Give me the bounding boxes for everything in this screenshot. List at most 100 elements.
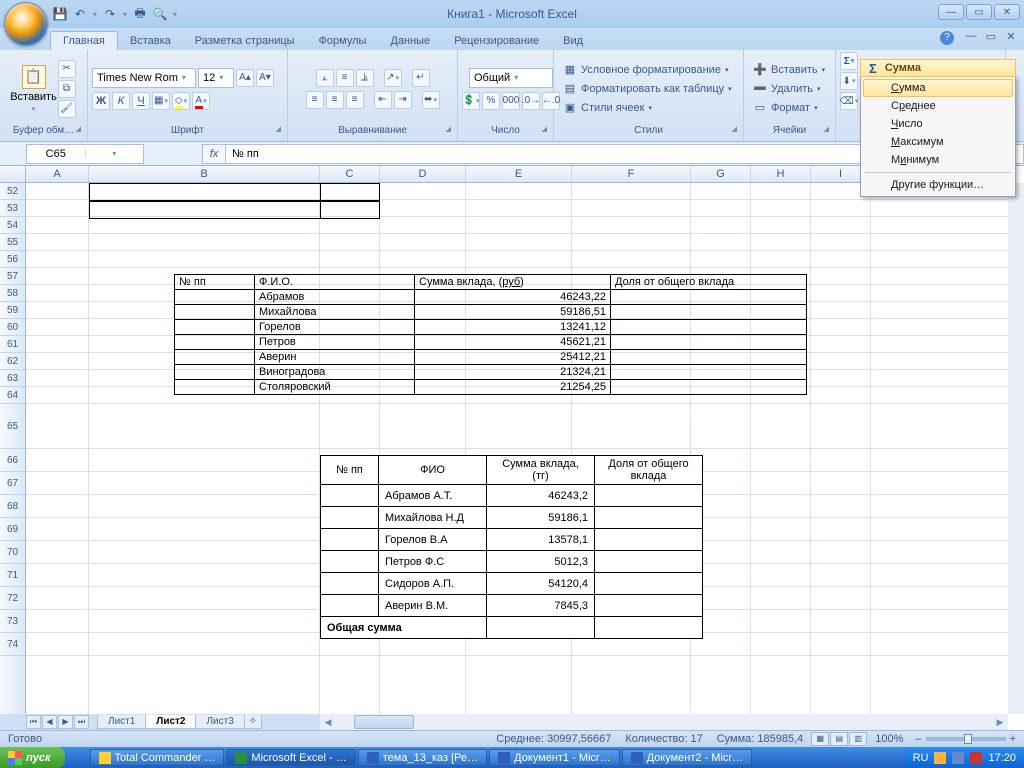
- vertical-scrollbar[interactable]: [1008, 183, 1024, 714]
- align-left-icon[interactable]: ≡: [306, 91, 324, 109]
- row-header[interactable]: 71: [0, 564, 25, 587]
- menu-item-max[interactable]: Максимум: [863, 133, 1013, 151]
- start-button[interactable]: пуск: [0, 747, 65, 768]
- shrink-font-icon[interactable]: A▾: [256, 69, 274, 87]
- taskbar-item[interactable]: тема_13_каз [Ре…: [358, 749, 487, 766]
- tab-page-layout[interactable]: Разметка страницы: [183, 32, 307, 50]
- zoom-in-icon[interactable]: +: [1010, 733, 1016, 745]
- format-cells-button[interactable]: ▭Формат▾: [748, 99, 823, 117]
- row-header[interactable]: 58: [0, 285, 25, 302]
- office-button[interactable]: [4, 2, 48, 46]
- name-box[interactable]: C65▾: [26, 144, 144, 164]
- align-middle-icon[interactable]: ≡: [336, 69, 354, 87]
- help-icon[interactable]: ?: [940, 31, 954, 45]
- redo-icon[interactable]: ↷: [102, 6, 118, 22]
- autosum-button[interactable]: Σ: [840, 52, 858, 70]
- row-header[interactable]: 62: [0, 353, 25, 370]
- fill-color-icon[interactable]: ◇: [172, 92, 190, 110]
- row-header[interactable]: 57: [0, 268, 25, 285]
- row-header[interactable]: 60: [0, 319, 25, 336]
- font-color-icon[interactable]: A: [192, 92, 210, 110]
- tray-icon[interactable]: [970, 752, 982, 764]
- column-header[interactable]: B: [89, 166, 320, 182]
- workbook-restore-icon[interactable]: ▭: [984, 30, 998, 43]
- minimize-button[interactable]: —: [938, 4, 964, 20]
- row-header[interactable]: 55: [0, 234, 25, 251]
- zoom-level[interactable]: 100%: [875, 733, 903, 745]
- new-sheet-icon[interactable]: ✧: [244, 715, 262, 729]
- row-header[interactable]: 68: [0, 495, 25, 518]
- close-button[interactable]: ✕: [994, 4, 1020, 20]
- taskbar-item[interactable]: Документ2 - Micr…: [622, 749, 752, 766]
- insert-cells-button[interactable]: ➕Вставить▾: [748, 61, 830, 79]
- row-header[interactable]: 63: [0, 370, 25, 387]
- column-header[interactable]: E: [466, 166, 572, 182]
- row-header[interactable]: 70: [0, 541, 25, 564]
- underline-icon[interactable]: Ч: [132, 92, 150, 110]
- maximize-button[interactable]: ▭: [966, 4, 992, 20]
- menu-item-average[interactable]: Среднее: [863, 97, 1013, 115]
- row-header[interactable]: 72: [0, 587, 25, 610]
- column-header[interactable]: C: [320, 166, 380, 182]
- increase-decimal-icon[interactable]: .0→: [522, 92, 540, 110]
- view-page-layout-icon[interactable]: ▤: [830, 732, 848, 746]
- align-bottom-icon[interactable]: ⫡: [356, 69, 374, 87]
- clear-icon[interactable]: ⌫: [840, 92, 858, 110]
- tab-data[interactable]: Данные: [378, 32, 442, 50]
- undo-icon[interactable]: ↶: [72, 6, 88, 22]
- font-size-combo[interactable]: 12▾: [198, 68, 234, 88]
- number-format-combo[interactable]: Общий▾: [469, 68, 553, 88]
- fx-button[interactable]: fx: [202, 144, 226, 164]
- print-preview-icon[interactable]: 🔍: [152, 6, 168, 22]
- row-header[interactable]: 66: [0, 449, 25, 472]
- conditional-formatting-button[interactable]: ▦Условное форматирование▾: [558, 61, 733, 79]
- taskbar-item[interactable]: Документ1 - Micr…: [489, 749, 619, 766]
- view-page-break-icon[interactable]: ▥: [849, 732, 867, 746]
- workbook-close-icon[interactable]: ✕: [1004, 30, 1018, 43]
- row-header[interactable]: 53: [0, 200, 25, 217]
- row-header[interactable]: 65: [0, 404, 25, 449]
- row-header[interactable]: 64: [0, 387, 25, 404]
- row-header[interactable]: 67: [0, 472, 25, 495]
- row-header[interactable]: 52: [0, 183, 25, 200]
- column-header[interactable]: G: [691, 166, 751, 182]
- tab-insert[interactable]: Вставка: [118, 32, 183, 50]
- menu-item-more-functions[interactable]: Другие функции…: [863, 176, 1013, 194]
- delete-cells-button[interactable]: ➖Удалить▾: [748, 80, 826, 98]
- column-header[interactable]: A: [26, 166, 89, 182]
- workbook-minimize-icon[interactable]: —: [964, 30, 978, 43]
- taskbar-item[interactable]: Microsoft Excel - …: [226, 749, 355, 766]
- merge-center-icon[interactable]: ⬌: [422, 91, 440, 109]
- row-header[interactable]: 54: [0, 217, 25, 234]
- view-normal-icon[interactable]: ▦: [811, 732, 829, 746]
- format-painter-icon[interactable]: 🖌: [58, 100, 76, 118]
- menu-item-sum[interactable]: Сумма: [863, 79, 1013, 97]
- copy-icon[interactable]: ⧉: [58, 80, 76, 98]
- comma-icon[interactable]: 000: [502, 92, 520, 110]
- save-icon[interactable]: 💾: [52, 6, 68, 22]
- font-name-combo[interactable]: Times New Rom▾: [92, 68, 196, 88]
- sheet-tab[interactable]: Лист1: [97, 715, 146, 729]
- orientation-icon[interactable]: ↗: [384, 69, 402, 87]
- currency-icon[interactable]: 💲: [462, 92, 480, 110]
- wrap-text-icon[interactable]: ↵: [412, 69, 430, 87]
- sheet-nav-prev-icon[interactable]: ◀: [42, 715, 57, 729]
- bold-icon[interactable]: Ж: [92, 92, 110, 110]
- language-indicator[interactable]: RU: [913, 752, 929, 764]
- column-header[interactable]: F: [572, 166, 691, 182]
- fill-icon[interactable]: ⬇: [840, 72, 858, 90]
- align-right-icon[interactable]: ≡: [346, 91, 364, 109]
- sheet-tab[interactable]: Лист2: [145, 715, 196, 729]
- horizontal-scrollbar[interactable]: ◀▶: [320, 714, 1008, 730]
- sheet-tab[interactable]: Лист3: [195, 715, 244, 729]
- tray-icon[interactable]: [952, 752, 964, 764]
- row-header[interactable]: 74: [0, 633, 25, 656]
- row-header[interactable]: 59: [0, 302, 25, 319]
- column-header[interactable]: D: [380, 166, 466, 182]
- sheet-nav-last-icon[interactable]: ⏭: [74, 715, 89, 729]
- italic-icon[interactable]: К: [112, 92, 130, 110]
- zoom-slider[interactable]: [926, 737, 1006, 741]
- cell-styles-button[interactable]: ▣Стили ячеек▾: [558, 99, 657, 117]
- row-header[interactable]: 69: [0, 518, 25, 541]
- row-header[interactable]: 73: [0, 610, 25, 633]
